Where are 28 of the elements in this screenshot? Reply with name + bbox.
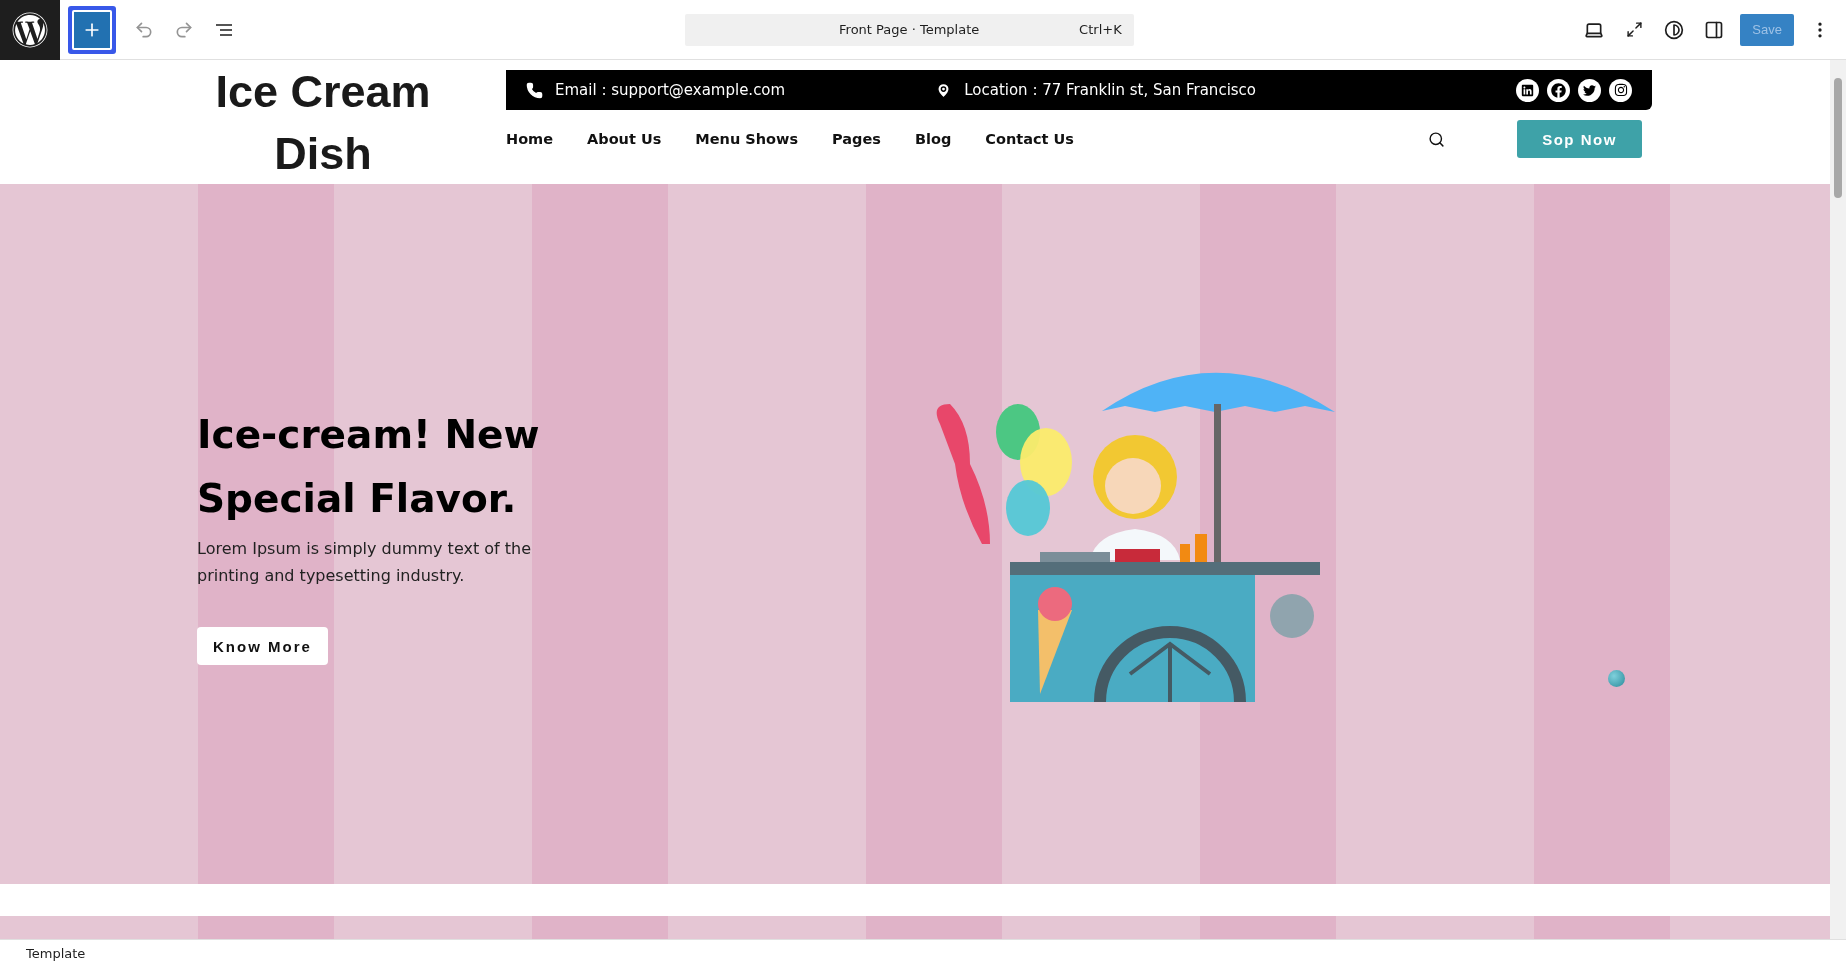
wordpress-logo[interactable]: [0, 0, 60, 60]
nav-link[interactable]: Contact Us: [985, 131, 1074, 147]
hero-heading: Ice-cream! New Special Flavor.: [197, 411, 541, 523]
nav-link[interactable]: Blog: [914, 131, 952, 147]
nav-link[interactable]: About Us: [587, 131, 662, 147]
command-bar-title: Front Page · Template: [839, 22, 980, 37]
nav-link[interactable]: Menu Shows: [695, 131, 799, 147]
search-icon[interactable]: [1428, 130, 1445, 148]
command-bar[interactable]: Front Page · Template Ctrl+K: [684, 13, 1134, 46]
nav-link[interactable]: Pages: [832, 131, 881, 147]
know-more-button[interactable]: Know More: [197, 627, 328, 665]
scrollbar[interactable]: [1830, 60, 1846, 939]
location-text: Location : 77 Franklin st, San Francisco: [964, 81, 1257, 99]
hero-text: Lorem Ipsum is simply dummy text of the printing and typesetting industry.: [197, 538, 533, 587]
facebook-icon[interactable]: [1547, 78, 1570, 102]
site-title[interactable]: Ice Cream Dish: [196, 60, 450, 184]
undo-icon: [134, 19, 154, 40]
email-text: Email : support@example.com: [555, 81, 786, 99]
redo-icon: [174, 19, 194, 40]
ball-decoration: [1608, 670, 1625, 687]
twitter-icon[interactable]: [1578, 78, 1601, 102]
shortcut-label: Ctrl+K: [1079, 22, 1122, 37]
linkedin-icon[interactable]: [1516, 78, 1539, 102]
add-block-button[interactable]: [68, 5, 116, 54]
nav-link[interactable]: Home: [506, 131, 554, 147]
phone-icon: [526, 81, 543, 99]
instagram-icon[interactable]: [1609, 78, 1632, 102]
status-bar-label: Template: [0, 939, 1846, 966]
